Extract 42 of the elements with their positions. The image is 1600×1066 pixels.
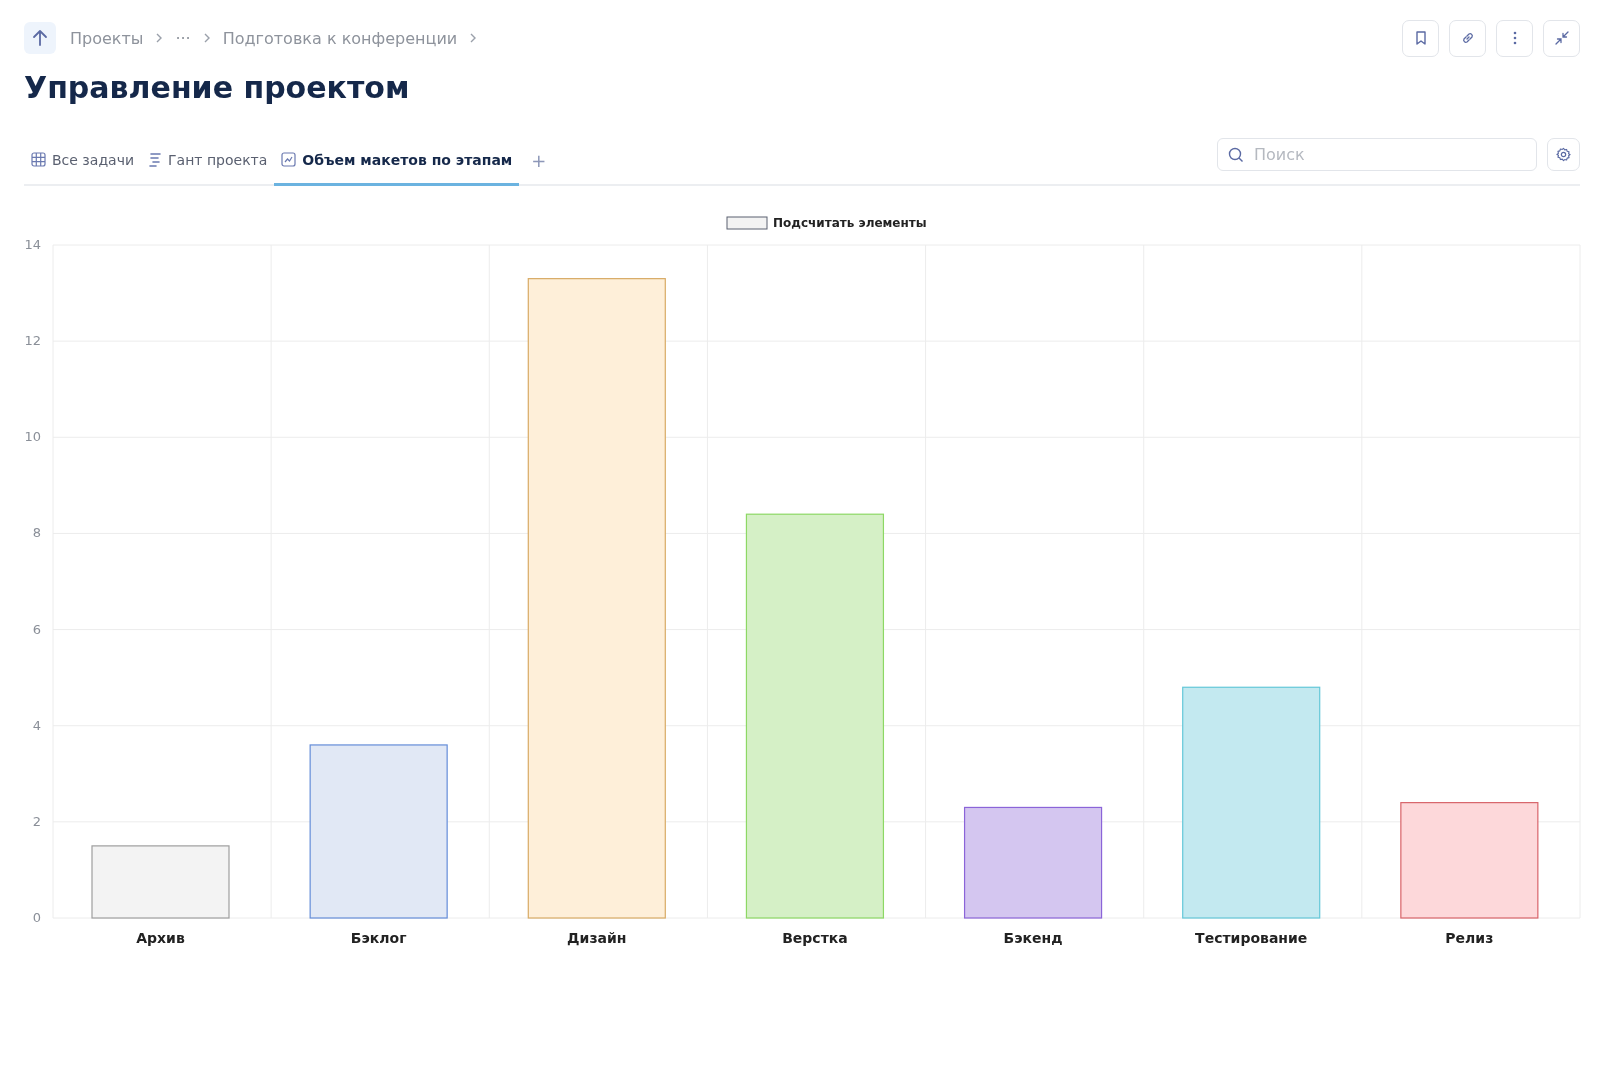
chevron-right-icon (202, 33, 211, 43)
add-tab-button[interactable]: + (519, 136, 559, 184)
y-axis-tick: 12 (24, 333, 41, 349)
settings-icon (1556, 146, 1571, 162)
x-axis-label: Дизайн (567, 930, 627, 946)
link-icon (1460, 31, 1475, 45)
view-tab[interactable]: Объем макетов по этапам (274, 136, 520, 186)
vertical-dots-icon (1512, 31, 1517, 45)
breadcrumb-link[interactable]: Проекты (70, 28, 144, 48)
table-grid-icon (31, 152, 46, 167)
breadcrumb-link[interactable]: ··· (175, 28, 191, 48)
y-axis-tick: 0 (32, 910, 41, 925)
search-field[interactable]: Поиск (1217, 137, 1537, 171)
bookmark-button[interactable] (1402, 19, 1439, 57)
x-axis-label: Бэкенд (1003, 930, 1063, 946)
x-axis-label: Тестирование (1195, 930, 1308, 946)
bookmark-icon (1414, 31, 1427, 45)
breadcrumb-link[interactable]: Подготовка к конференции (222, 28, 458, 48)
y-axis-tick: 14 (24, 237, 41, 252)
collapse-arrows-icon (1554, 31, 1569, 45)
view-tab[interactable]: Гант проекта (141, 136, 275, 186)
y-axis-tick: 8 (32, 525, 41, 541)
legend-label: Подсчитать элементы (773, 216, 927, 230)
x-axis-label: Бэклог (350, 930, 407, 946)
gantt-bars-icon (148, 152, 163, 167)
view-tab[interactable]: Все задачи (24, 136, 142, 186)
collapse-button[interactable] (1543, 19, 1580, 57)
x-axis-label: Верстка (782, 930, 848, 946)
page-title: Управление проектом (24, 70, 411, 106)
chevron-right-icon (469, 33, 478, 43)
arrow-up-icon (32, 29, 48, 47)
chevron-right-icon (155, 33, 164, 43)
x-axis-label: Архив (136, 930, 185, 946)
y-axis-tick: 10 (24, 429, 41, 445)
y-axis-tick: 6 (32, 621, 41, 637)
settings-button[interactable] (1547, 137, 1580, 171)
y-axis-tick: 2 (32, 813, 41, 829)
up-button[interactable] (24, 22, 56, 54)
link-button[interactable] (1449, 19, 1486, 57)
x-axis-label: Релиз (1445, 930, 1494, 946)
y-axis-tick: 4 (32, 717, 41, 733)
line-chart-icon (281, 152, 297, 167)
